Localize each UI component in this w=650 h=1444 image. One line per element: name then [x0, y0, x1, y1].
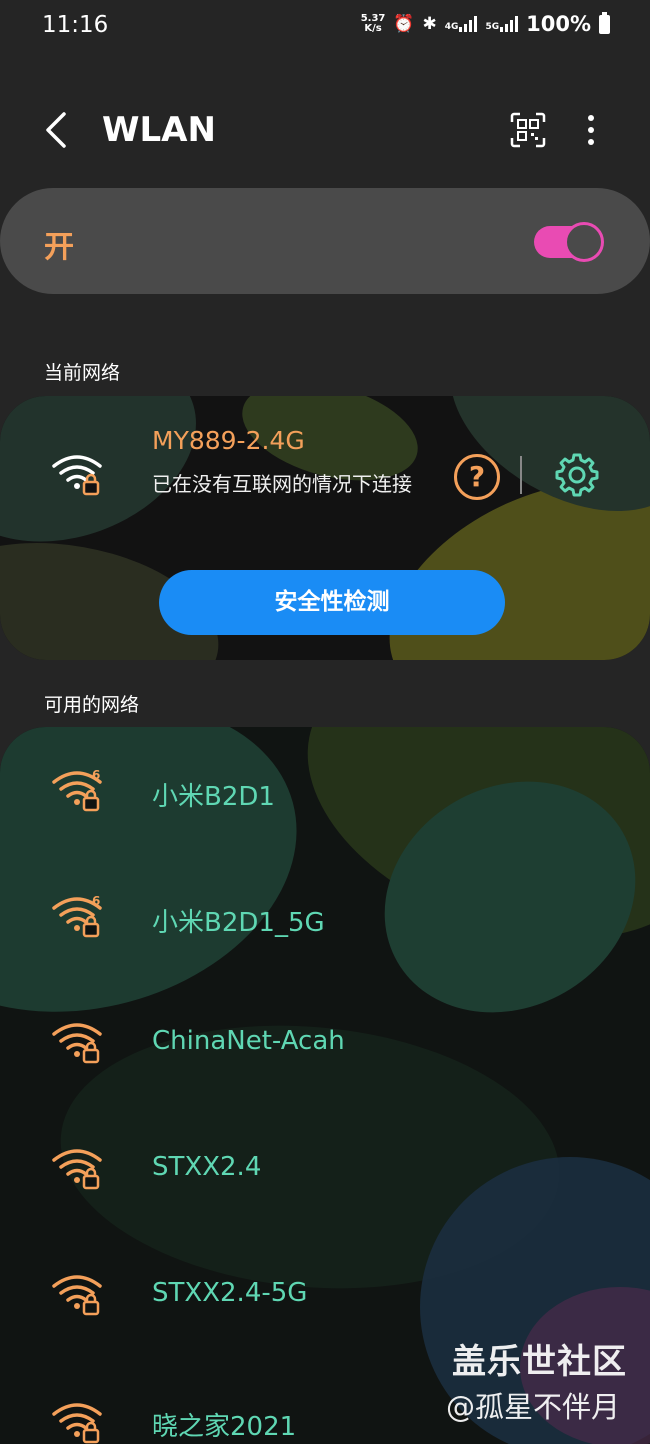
status-bar: 11:16 5.37 K/s ⏰ ✱ 4G 5G 100% — [0, 0, 650, 56]
net-speed: 5.37 K/s — [360, 13, 386, 34]
wifi-lock-icon — [52, 1023, 102, 1064]
network-name: 晓之家2021 — [152, 1412, 297, 1442]
battery-percent: 100% — [526, 12, 591, 36]
switch-knob — [564, 222, 604, 262]
network-row[interactable]: 6 小米B2D1_5G — [0, 862, 650, 972]
network-name: STXX2.4-5G — [152, 1278, 308, 1308]
bluetooth-icon: ✱ — [422, 14, 437, 34]
divider — [520, 456, 522, 494]
back-arrow-icon[interactable] — [42, 110, 72, 150]
network-name: 小米B2D1_5G — [152, 908, 325, 938]
status-time: 11:16 — [42, 12, 109, 38]
network-row[interactable]: 6 小米B2D1 — [0, 738, 650, 848]
wifi-lock-icon — [52, 1275, 102, 1316]
wifi-lock-icon — [52, 455, 102, 496]
watermark-author: @孤星不伴月 — [446, 1390, 621, 1424]
current-network-status: 已在没有互联网的情况下连接 — [152, 472, 412, 496]
wifi6-badge: 6 — [92, 894, 100, 908]
wifi-lock-icon — [52, 1149, 102, 1190]
status-icons: 5.37 K/s ⏰ ✱ 4G 5G 100% — [360, 11, 610, 36]
wifi-lock-icon — [52, 1403, 102, 1444]
qr-scan-icon[interactable] — [510, 112, 546, 148]
wifi6-badge: 6 — [92, 768, 100, 782]
current-network-name[interactable]: MY889-2.4G — [152, 426, 305, 455]
alarm-icon: ⏰ — [393, 14, 415, 34]
network-name: 小米B2D1 — [152, 782, 275, 812]
wlan-toggle-label: 开 — [44, 230, 74, 265]
signal-bars-icon — [500, 16, 519, 32]
wlan-switch[interactable] — [534, 222, 604, 262]
battery-icon — [599, 11, 610, 34]
wifi-lock-icon: 6 — [52, 894, 102, 938]
more-options-icon[interactable] — [576, 112, 606, 148]
watermark-community: 盖乐世社区 — [452, 1342, 627, 1382]
help-icon[interactable]: ? — [454, 454, 500, 500]
network-name: STXX2.4 — [152, 1152, 262, 1182]
network-row[interactable]: STXX2.4 — [0, 1114, 650, 1224]
current-network-heading: 当前网络 — [44, 362, 121, 384]
sim2-signal: 5G — [485, 16, 519, 32]
app-bar: WLAN — [0, 88, 650, 176]
signal-bars-icon — [459, 16, 478, 32]
security-check-button[interactable]: 安全性检测 — [159, 570, 505, 635]
network-row[interactable]: ChinaNet-Acah — [0, 988, 650, 1098]
page-title: WLAN — [102, 110, 216, 150]
wifi-lock-icon: 6 — [52, 768, 102, 812]
available-networks-heading: 可用的网络 — [44, 694, 140, 716]
network-name: ChinaNet-Acah — [152, 1026, 345, 1056]
sim1-signal: 4G — [445, 16, 478, 32]
gear-icon[interactable] — [554, 452, 600, 498]
